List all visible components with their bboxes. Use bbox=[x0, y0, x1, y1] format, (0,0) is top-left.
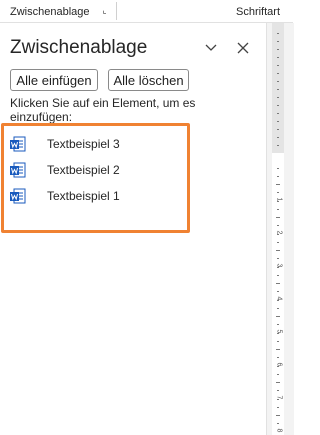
ruler-dot bbox=[277, 113, 279, 114]
clipboard-item[interactable]: Textbeispiel 2 bbox=[10, 160, 120, 180]
clipboard-item[interactable]: Textbeispiel 1 bbox=[10, 186, 120, 206]
ruler-dot bbox=[277, 242, 279, 243]
ruler-dot bbox=[277, 73, 279, 74]
ruler-margin-area bbox=[272, 23, 284, 153]
font-group-label: Schriftart bbox=[236, 6, 281, 18]
ribbon-strip: Zwischenablage ⌞ Schriftart bbox=[0, 0, 293, 23]
ruler-dot bbox=[276, 250, 280, 251]
ruler-dot bbox=[277, 209, 279, 210]
ruler-dot bbox=[277, 57, 279, 58]
ruler-dot bbox=[277, 275, 279, 276]
ruler-dot bbox=[277, 399, 279, 400]
clipboard-dialog-launcher-icon[interactable]: ⌞ bbox=[100, 6, 109, 15]
ruler-number: 1 bbox=[275, 197, 283, 202]
ruler-number: 5 bbox=[275, 329, 283, 334]
ruler-number: 6 bbox=[275, 362, 283, 367]
clipboard-item-label: Textbeispiel 1 bbox=[47, 189, 120, 203]
ruler-dot bbox=[277, 267, 279, 268]
paste-all-button[interactable]: Alle einfügen bbox=[10, 69, 98, 91]
ruler-number: 2 bbox=[275, 230, 283, 235]
close-icon[interactable] bbox=[234, 39, 252, 57]
ruler-dot bbox=[276, 316, 280, 317]
ruler-dot bbox=[277, 300, 279, 301]
ruler-number: 7 bbox=[275, 395, 283, 400]
pane-title: Zwischenablage bbox=[10, 37, 148, 58]
ruler-dot bbox=[277, 258, 279, 259]
ruler-dot bbox=[277, 225, 279, 226]
clipboard-item[interactable]: Textbeispiel 3 bbox=[10, 134, 120, 154]
word-document-icon bbox=[10, 136, 26, 152]
ruler-dot bbox=[277, 357, 279, 358]
ruler-dot bbox=[277, 49, 279, 50]
ruler-dot bbox=[277, 105, 279, 106]
ruler-dot bbox=[277, 137, 279, 138]
ruler-dot bbox=[276, 217, 280, 218]
ribbon-divider bbox=[116, 2, 117, 20]
pane-options-chevron-icon[interactable] bbox=[202, 39, 220, 57]
ruler-dot bbox=[277, 308, 279, 309]
ruler-dot bbox=[277, 41, 279, 42]
ruler-dot bbox=[277, 201, 279, 202]
word-document-icon bbox=[10, 162, 26, 178]
ruler-dot bbox=[276, 283, 280, 284]
clipboard-pane: Zwischenablage Alle einfügen Alle lösche… bbox=[0, 23, 266, 435]
ruler-dot bbox=[277, 333, 279, 334]
ruler-dot bbox=[277, 168, 279, 169]
ruler-number: 8 bbox=[275, 428, 283, 433]
ruler-dot bbox=[277, 176, 279, 177]
ruler-dot bbox=[277, 324, 279, 325]
ruler-dot bbox=[277, 341, 279, 342]
clipboard-item-label: Textbeispiel 2 bbox=[47, 163, 120, 177]
ruler-dot bbox=[277, 234, 279, 235]
ruler-dot bbox=[277, 121, 279, 122]
ruler-dot bbox=[277, 423, 279, 424]
ruler-dot bbox=[276, 184, 280, 185]
clipboard-group-label: Zwischenablage bbox=[10, 6, 90, 18]
word-document-icon bbox=[10, 188, 26, 204]
clipboard-item-label: Textbeispiel 3 bbox=[47, 137, 120, 151]
ruler-dot bbox=[276, 382, 280, 383]
vertical-ruler[interactable]: 1 2 3 4 5 6 7 8 bbox=[266, 23, 294, 435]
ruler-dot bbox=[277, 366, 279, 367]
ruler-dot bbox=[277, 97, 279, 98]
ruler-dot bbox=[277, 407, 279, 408]
ruler-number: 3 bbox=[275, 263, 283, 268]
ruler-dot bbox=[276, 349, 280, 350]
ruler-dot bbox=[277, 81, 279, 82]
ruler-dot bbox=[277, 390, 279, 391]
ruler-dot bbox=[277, 145, 279, 146]
ruler-dot bbox=[277, 291, 279, 292]
clear-all-button[interactable]: Alle löschen bbox=[108, 69, 189, 91]
ruler-dot bbox=[277, 65, 279, 66]
ruler-dot bbox=[277, 129, 279, 130]
ruler-dot bbox=[277, 374, 279, 375]
ruler-dot bbox=[277, 89, 279, 90]
ruler-dot bbox=[277, 33, 279, 34]
pane-hint-text: Klicken Sie auf ein Element, um es einzu… bbox=[10, 96, 196, 124]
ruler-dot bbox=[276, 415, 280, 416]
ruler-dot bbox=[277, 192, 279, 193]
ruler-number: 4 bbox=[275, 296, 283, 301]
